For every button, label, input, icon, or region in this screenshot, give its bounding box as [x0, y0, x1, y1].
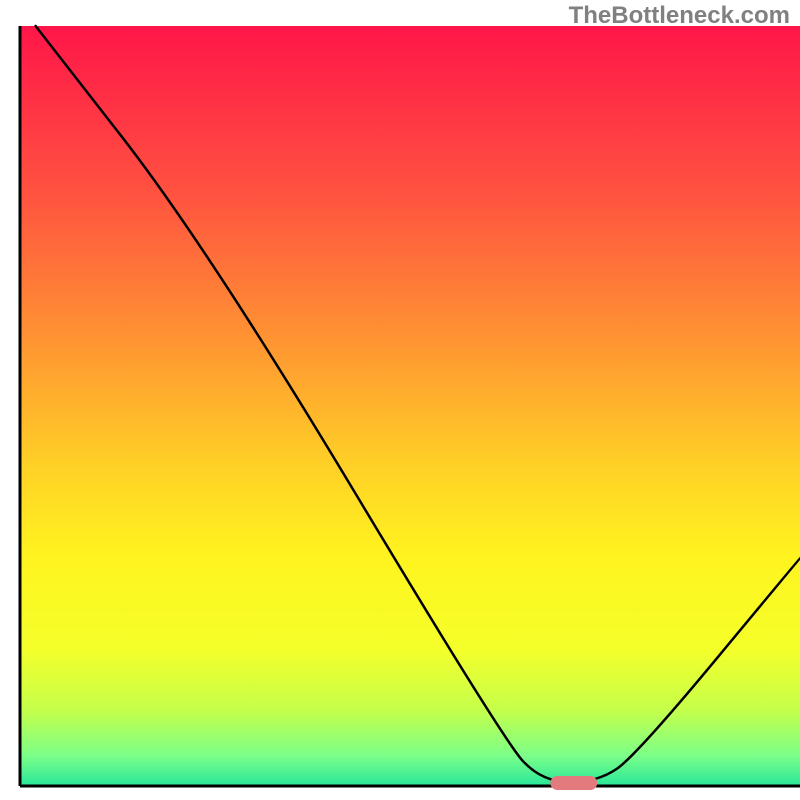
watermark-text: TheBottleneck.com [569, 2, 790, 30]
optimum-marker [550, 776, 597, 790]
bottleneck-chart [0, 0, 800, 800]
plot-background [20, 26, 800, 786]
